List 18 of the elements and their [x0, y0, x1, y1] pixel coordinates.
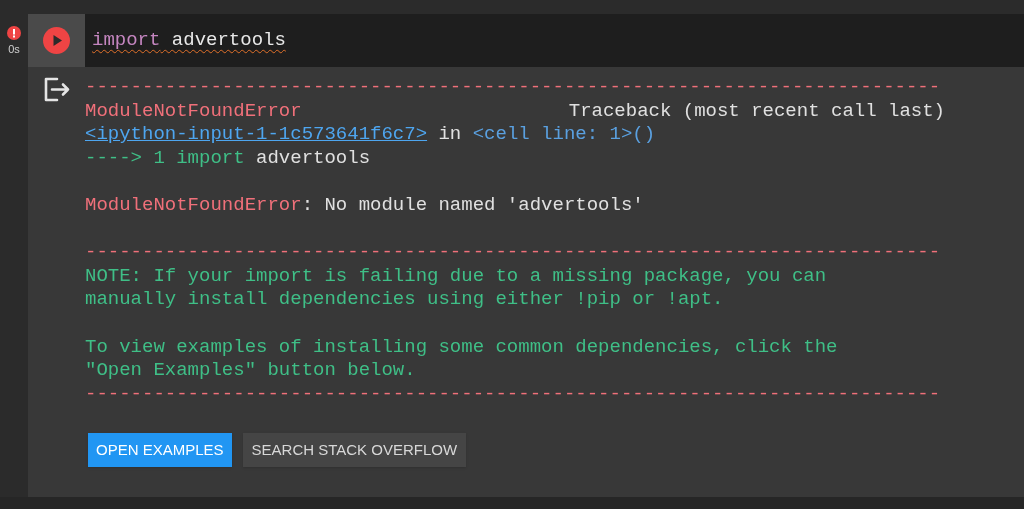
- output-line: <ipython-input-1-1c573641f6c7> in <cell line: 1>(): [85, 123, 656, 147]
- output-line: "Open Examples" button below.: [85, 359, 416, 383]
- traceback-link[interactable]: <ipython-input-1-1c573641f6c7>: [85, 123, 428, 146]
- run-icon[interactable]: [43, 27, 70, 54]
- output-line: ModuleNotFoundError: [85, 99, 302, 124]
- output-line: manually install dependencies using either !pip or !apt.: [85, 288, 724, 312]
- search-button[interactable]: SEARCH STACK OVERFLOW: [242, 433, 467, 468]
- run-time: 0s: [8, 42, 20, 57]
- divider-line: ---------------------------------------------------------------------------: [85, 241, 941, 265]
- output-line: NOTE: If your import is failing due to a missing package, you can: [85, 264, 827, 289]
- divider-line: ---------------------------------------------------------------------------: [85, 76, 941, 100]
- output-line: ModuleNotFoundError: No module named 'advertools': [85, 193, 644, 218]
- output-line: Traceback (most recent call last): [568, 99, 945, 124]
- code-line[interactable]: import advertools: [92, 26, 286, 55]
- output-line: To view examples of installing some common dependencies, click the: [85, 335, 838, 360]
- divider-line: ---------------------------------------------------------------------------: [85, 382, 941, 407]
- output-icon[interactable]: [43, 77, 70, 102]
- output-line: ----> 1 import advertools: [85, 146, 371, 171]
